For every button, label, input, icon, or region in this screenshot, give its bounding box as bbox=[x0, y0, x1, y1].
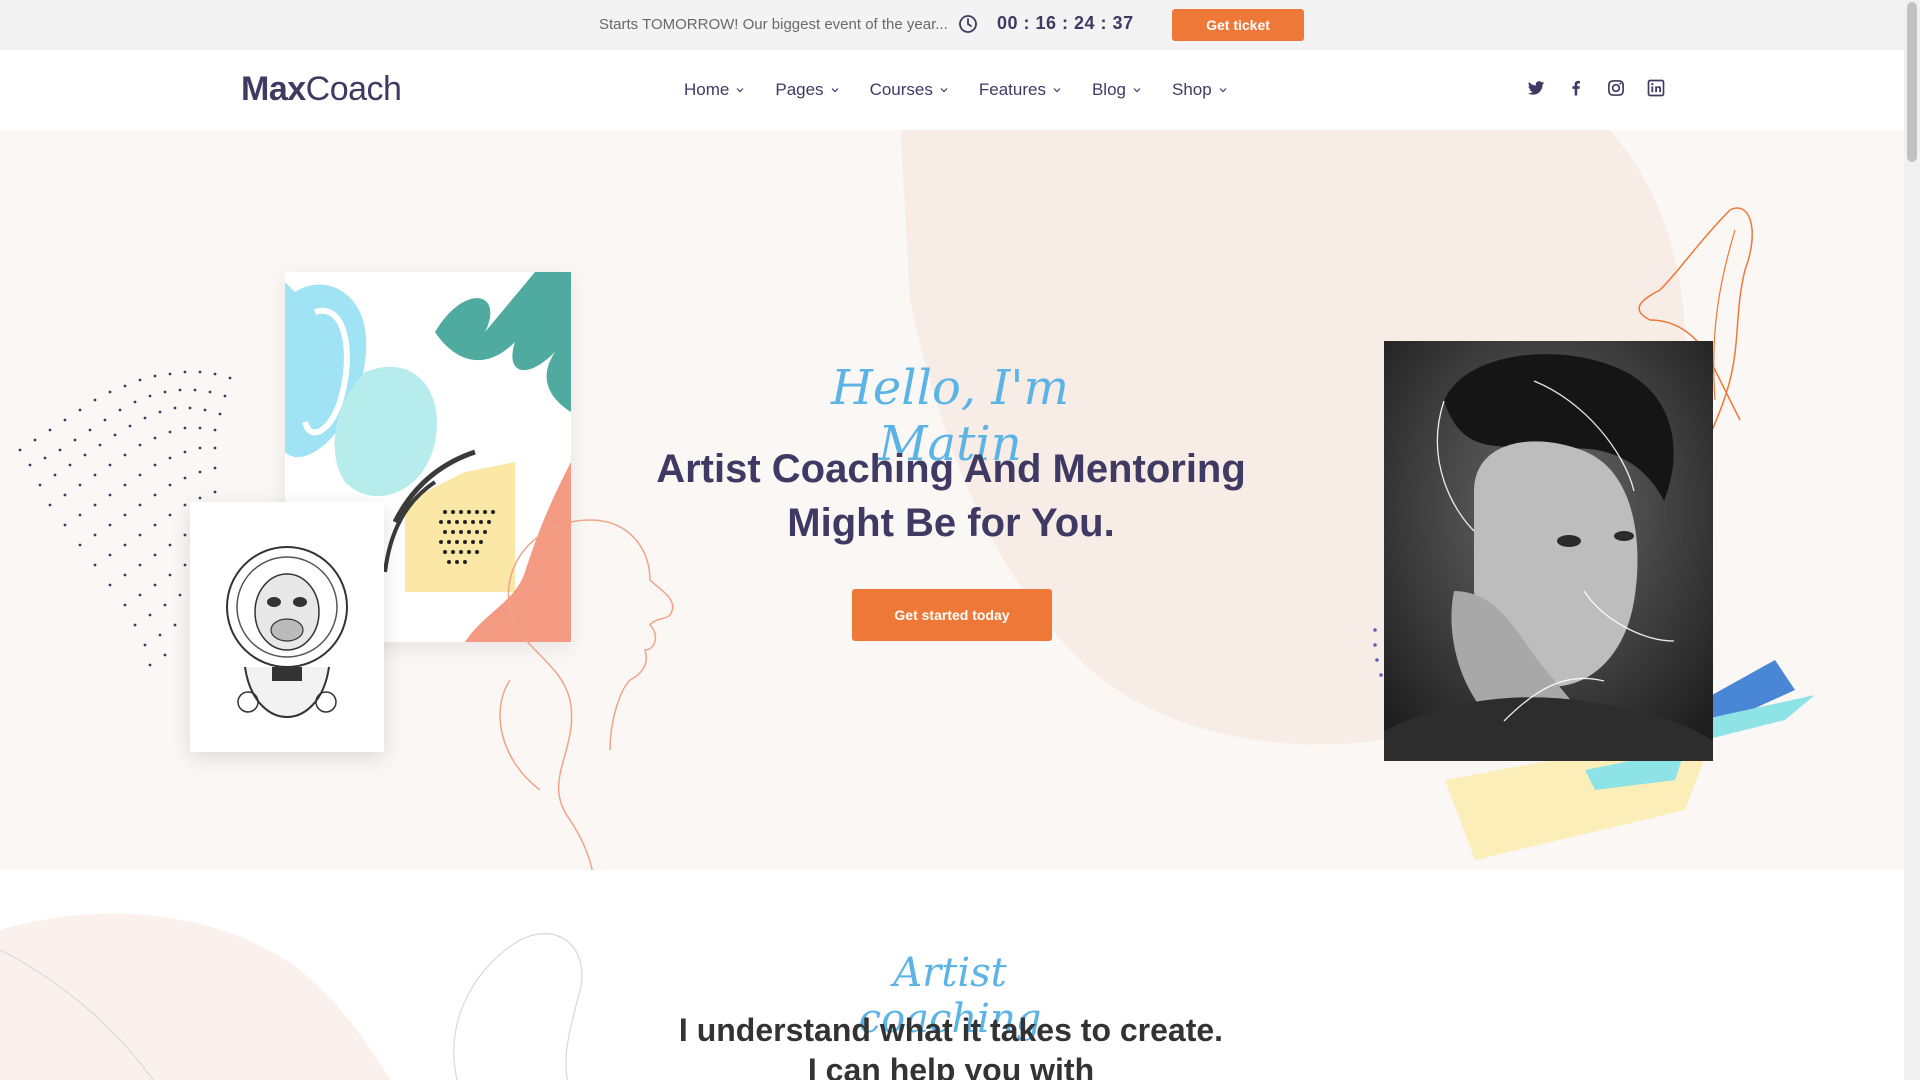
scrollbar-thumb[interactable] bbox=[1907, 2, 1917, 162]
nav-item-features[interactable]: Features bbox=[979, 80, 1061, 100]
nav-label: Shop bbox=[1172, 80, 1212, 99]
logo-bold: Max bbox=[241, 70, 306, 108]
chevron-down-icon bbox=[1219, 88, 1227, 93]
promo-text: Starts TOMORROW! Our biggest event of th… bbox=[599, 16, 948, 33]
hero-headline-line2: Might Be for You. bbox=[787, 501, 1115, 545]
portrait-photo bbox=[1384, 341, 1713, 761]
nav-label: Features bbox=[978, 80, 1046, 99]
face-line-art bbox=[499, 519, 674, 870]
section-headline: I understand what it takes to create. I … bbox=[560, 1010, 1342, 1080]
twitter-icon[interactable] bbox=[1526, 78, 1546, 98]
section-headline-line1: I understand what it takes to create. bbox=[678, 1012, 1224, 1048]
nav-item-blog[interactable]: Blog bbox=[1092, 80, 1141, 100]
logo[interactable]: MaxCoach bbox=[241, 70, 402, 109]
clock-icon bbox=[959, 15, 977, 33]
nav-label: Home bbox=[684, 80, 730, 99]
hero-headline-line1: Artist Coaching And Mentoring bbox=[656, 447, 1246, 491]
nav-item-home[interactable]: Home bbox=[684, 80, 744, 100]
artist-coaching-section: Artist coaching I understand what it tak… bbox=[0, 870, 1904, 1080]
astronaut-monkey-illustration bbox=[226, 546, 348, 719]
portrait-illustration bbox=[1384, 341, 1713, 761]
main-nav: Home Pages Courses Features Blog Shop bbox=[684, 80, 1258, 100]
chevron-down-icon bbox=[831, 88, 838, 93]
logo-light: Coach bbox=[305, 70, 402, 108]
chevron-down-icon bbox=[736, 88, 744, 93]
nav-label: Pages bbox=[775, 80, 824, 99]
chevron-down-icon bbox=[940, 88, 948, 93]
chevron-down-icon bbox=[1053, 88, 1061, 93]
countdown-timer: 00 : 16 : 24 : 37 bbox=[997, 13, 1134, 33]
social-links bbox=[1526, 78, 1666, 98]
facebook-icon[interactable] bbox=[1566, 78, 1586, 98]
background-line-decoration bbox=[0, 913, 583, 1080]
instagram-icon[interactable] bbox=[1606, 78, 1626, 98]
nav-label: Blog bbox=[1091, 80, 1126, 99]
nav-label: Courses bbox=[869, 80, 933, 99]
section-headline-line2: I can help you with bbox=[807, 1052, 1095, 1080]
site-header: MaxCoach Home Pages Courses Features Blo… bbox=[0, 50, 1904, 130]
get-ticket-button[interactable]: Get ticket bbox=[1172, 9, 1304, 41]
linkedin-icon[interactable] bbox=[1646, 78, 1666, 98]
nav-item-shop[interactable]: Shop bbox=[1172, 80, 1227, 100]
vertical-scrollbar[interactable] bbox=[1904, 0, 1920, 1080]
promo-bar: Starts TOMORROW! Our biggest event of th… bbox=[0, 0, 1904, 50]
hero-headline: Artist Coaching And Mentoring Might Be f… bbox=[610, 442, 1292, 550]
get-started-button[interactable]: Get started today bbox=[852, 589, 1052, 641]
nav-item-courses[interactable]: Courses bbox=[870, 80, 948, 100]
astronaut-monkey-card bbox=[190, 502, 384, 752]
hero-section: Hello, I'm Matin Artist Coaching And Men… bbox=[0, 130, 1904, 870]
nav-item-pages[interactable]: Pages bbox=[775, 80, 838, 100]
chevron-down-icon bbox=[1133, 88, 1141, 93]
